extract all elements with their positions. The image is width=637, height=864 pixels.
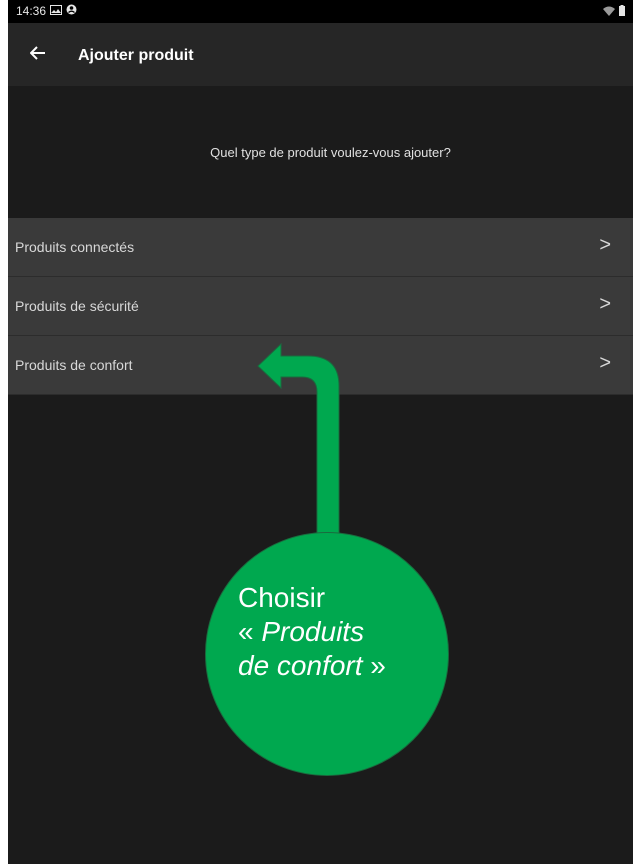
- callout-line-1: Choisir: [238, 582, 326, 613]
- page-title: Ajouter produit: [78, 47, 194, 64]
- chevron-right-icon: >: [599, 293, 611, 315]
- app-bar: Ajouter produit: [8, 23, 633, 86]
- callout-quote-open: «: [238, 616, 262, 647]
- instruction-callout: Choisir « Produits de confort »: [205, 532, 449, 776]
- chevron-right-icon: >: [599, 352, 611, 374]
- arrow-left-icon: [29, 45, 46, 65]
- menu-item-label: Produits de confort: [15, 357, 133, 373]
- product-category-list: Produits connectés > Produits de sécurit…: [8, 218, 633, 395]
- callout-quote-close: »: [362, 650, 386, 681]
- callout-line-3: de confort »: [238, 649, 386, 683]
- menu-item-label: Produits connectés: [15, 239, 135, 255]
- status-bar: 14:36: [8, 0, 633, 23]
- callout-confort-words: de confort: [238, 650, 363, 681]
- chevron-right-icon: >: [599, 234, 611, 256]
- wifi-icon: [603, 5, 615, 19]
- device-screen: 14:36 Ajouter produit Quel type de produ…: [8, 0, 633, 864]
- menu-item-produits-connectes[interactable]: Produits connectés >: [8, 218, 633, 277]
- menu-item-produits-confort[interactable]: Produits de confort >: [8, 336, 633, 395]
- status-time: 14:36: [16, 4, 47, 18]
- status-icons-right: [603, 5, 625, 19]
- callout-line-2: « Produits: [238, 615, 386, 649]
- image-icon: [50, 4, 62, 18]
- product-type-prompt: Quel type de produit voulez-vous ajouter…: [210, 145, 451, 160]
- battery-icon: [619, 5, 625, 19]
- callout-product-word: Produits: [261, 616, 365, 647]
- back-button[interactable]: [22, 41, 54, 69]
- menu-item-label: Produits de sécurité: [15, 298, 139, 314]
- menu-item-produits-securite[interactable]: Produits de sécurité >: [8, 277, 633, 336]
- status-icons-left: [50, 4, 77, 18]
- callout-text: Choisir « Produits de confort »: [238, 581, 386, 683]
- account-circle-icon: [66, 4, 77, 18]
